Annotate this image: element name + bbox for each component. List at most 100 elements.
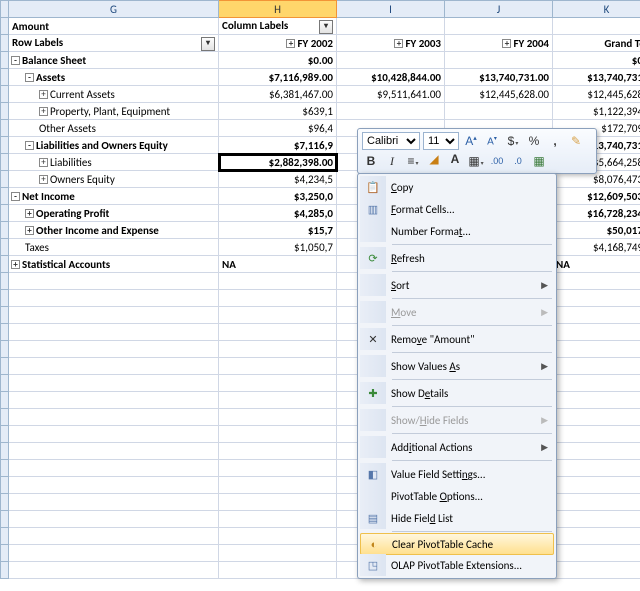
bold-button[interactable]: B [362, 152, 380, 170]
value-cell[interactable]: $0.00 [553, 52, 640, 69]
align-center-icon[interactable]: ≡▾ [404, 152, 422, 170]
value-cell[interactable]: $10,428,844.00 [337, 69, 445, 86]
collapse-icon[interactable]: - [11, 192, 20, 201]
value-cell[interactable]: $1,122,394.00 [553, 103, 640, 120]
collapse-icon[interactable]: - [11, 56, 20, 65]
filter-icon[interactable]: ▾ [319, 20, 333, 34]
menu-show-values[interactable]: Show Values As▶ [360, 355, 554, 377]
value-cell[interactable]: $50,017.50 [553, 222, 640, 239]
row-label[interactable]: -Assets [9, 69, 219, 86]
value-cell[interactable]: $9,511,641.00 [337, 86, 445, 103]
expand-icon[interactable]: + [286, 39, 295, 48]
value-cell[interactable]: $639,1 [219, 103, 337, 120]
italic-button[interactable]: I [383, 152, 401, 170]
decrease-decimal-icon[interactable]: .0 [509, 152, 527, 170]
fontsize-select[interactable]: 11 [423, 132, 459, 150]
row-label[interactable]: Taxes [9, 239, 219, 256]
value-cell[interactable]: $13,740,731.00 [553, 69, 640, 86]
value-cell[interactable]: $4,285,0 [219, 205, 337, 222]
value-cell[interactable]: $7,116,9 [219, 137, 337, 154]
fy2002-header[interactable]: +FY 2002 [219, 35, 337, 52]
expand-icon[interactable]: + [39, 175, 48, 184]
value-cell[interactable]: NA [553, 256, 640, 273]
expand-icon[interactable]: + [39, 158, 48, 167]
column-labels-cell[interactable]: Column Labels▾ [219, 18, 337, 35]
menu-additional-actions[interactable]: Additional Actions▶ [360, 436, 554, 458]
row-label[interactable]: +Owners Equity [9, 171, 219, 188]
value-cell[interactable] [337, 103, 445, 120]
menu-copy[interactable]: 📋Copy [360, 176, 554, 198]
value-cell[interactable]: $1,050,7 [219, 239, 337, 256]
row-label[interactable]: +Liabilities [9, 154, 219, 171]
value-cell[interactable]: $6,381,467.00 [219, 86, 337, 103]
menu-sort[interactable]: Sort▶ [360, 274, 554, 296]
col-header-H[interactable]: H [219, 1, 337, 18]
value-cell[interactable] [337, 52, 445, 69]
row-label[interactable]: +Operating Profit [9, 205, 219, 222]
value-cell[interactable]: $13,740,731.00 [445, 69, 553, 86]
fy2004-header[interactable]: +FY 2004 [445, 35, 553, 52]
menu-hide-field-list[interactable]: ▤Hide Field List [360, 507, 554, 529]
row-label[interactable]: +Current Assets [9, 86, 219, 103]
value-cell[interactable]: $7,116,989.00 [219, 69, 337, 86]
font-color-icon[interactable]: A▾ [446, 152, 464, 170]
menu-remove[interactable]: ✕Remove "Amount" [360, 328, 554, 350]
menu-value-field-settings[interactable]: ◧Value Field Settings... [360, 463, 554, 485]
expand-icon[interactable]: + [39, 107, 48, 116]
menu-olap-extensions[interactable]: ◳OLAP PivotTable Extensions... [360, 554, 554, 576]
value-cell[interactable]: $4,168,749.00 [553, 239, 640, 256]
currency-icon[interactable]: $▾ [504, 132, 522, 150]
merge-icon[interactable]: ▦ [530, 152, 548, 170]
expand-icon[interactable]: + [25, 209, 34, 218]
col-header-I[interactable]: I [337, 1, 445, 18]
value-cell[interactable]: $2,882,398.00 [219, 154, 337, 171]
menu-refresh[interactable]: ⟳Refresh [360, 247, 554, 269]
menu-pivot-options[interactable]: PivotTable Options... [360, 485, 554, 507]
menu-format-cells[interactable]: ▥Format Cells... [360, 198, 554, 220]
row-label[interactable]: Other Assets [9, 120, 219, 137]
value-cell[interactable]: $15,7 [219, 222, 337, 239]
row-label[interactable]: +Other Income and Expense [9, 222, 219, 239]
value-cell[interactable]: $12,609,503.00 [553, 188, 640, 205]
expand-icon[interactable]: + [394, 39, 403, 48]
collapse-icon[interactable]: - [25, 141, 34, 150]
expand-icon[interactable]: + [502, 39, 511, 48]
value-cell[interactable]: NA [219, 256, 337, 273]
col-header-J[interactable]: J [445, 1, 553, 18]
value-cell[interactable] [445, 103, 553, 120]
borders-icon[interactable]: ▦▾ [467, 152, 485, 170]
dropdown-icon[interactable]: ▾ [201, 37, 215, 51]
row-label[interactable]: +Property, Plant, Equipment [9, 103, 219, 120]
font-select[interactable]: Calibri [362, 132, 420, 150]
value-cell[interactable]: $4,234,5 [219, 171, 337, 188]
collapse-icon[interactable]: - [25, 73, 34, 82]
percent-icon[interactable]: % [525, 132, 543, 150]
fy2003-header[interactable]: +FY 2003 [337, 35, 445, 52]
fill-color-icon[interactable]: ◢▾ [425, 152, 443, 170]
row-label[interactable]: +Statistical Accounts [9, 256, 219, 273]
expand-icon[interactable]: + [11, 260, 20, 269]
col-header-K[interactable]: K [553, 1, 640, 18]
col-header-G[interactable]: G [9, 1, 219, 18]
menu-clear-cache[interactable]: ◐Clear PivotTable Cache [360, 533, 554, 555]
format-painter-icon[interactable]: ✎ [567, 132, 585, 150]
shrink-font-icon[interactable]: A▾ [483, 132, 501, 150]
value-cell[interactable]: $16,728,234.50 [553, 205, 640, 222]
menu-show-details[interactable]: ✚Show Details [360, 382, 554, 404]
row-labels-cell[interactable]: Row Labels▾ [9, 35, 219, 52]
value-cell[interactable]: $0.00 [219, 52, 337, 69]
grow-font-icon[interactable]: A▴ [462, 132, 480, 150]
expand-icon[interactable]: + [25, 226, 34, 235]
row-label[interactable]: -Net Income [9, 188, 219, 205]
expand-icon[interactable]: + [39, 90, 48, 99]
value-cell[interactable]: $96,4 [219, 120, 337, 137]
value-cell[interactable]: $3,250,0 [219, 188, 337, 205]
row-label[interactable]: -Liabilities and Owners Equity [9, 137, 219, 154]
comma-icon[interactable]: , [546, 132, 564, 150]
value-cell[interactable] [445, 52, 553, 69]
row-label[interactable]: -Balance Sheet [9, 52, 219, 69]
value-cell[interactable]: $12,445,628.00 [553, 86, 640, 103]
value-cell[interactable]: $12,445,628.00 [445, 86, 553, 103]
menu-number-format[interactable]: Number Format... [360, 220, 554, 242]
increase-decimal-icon[interactable]: .00 [488, 152, 506, 170]
